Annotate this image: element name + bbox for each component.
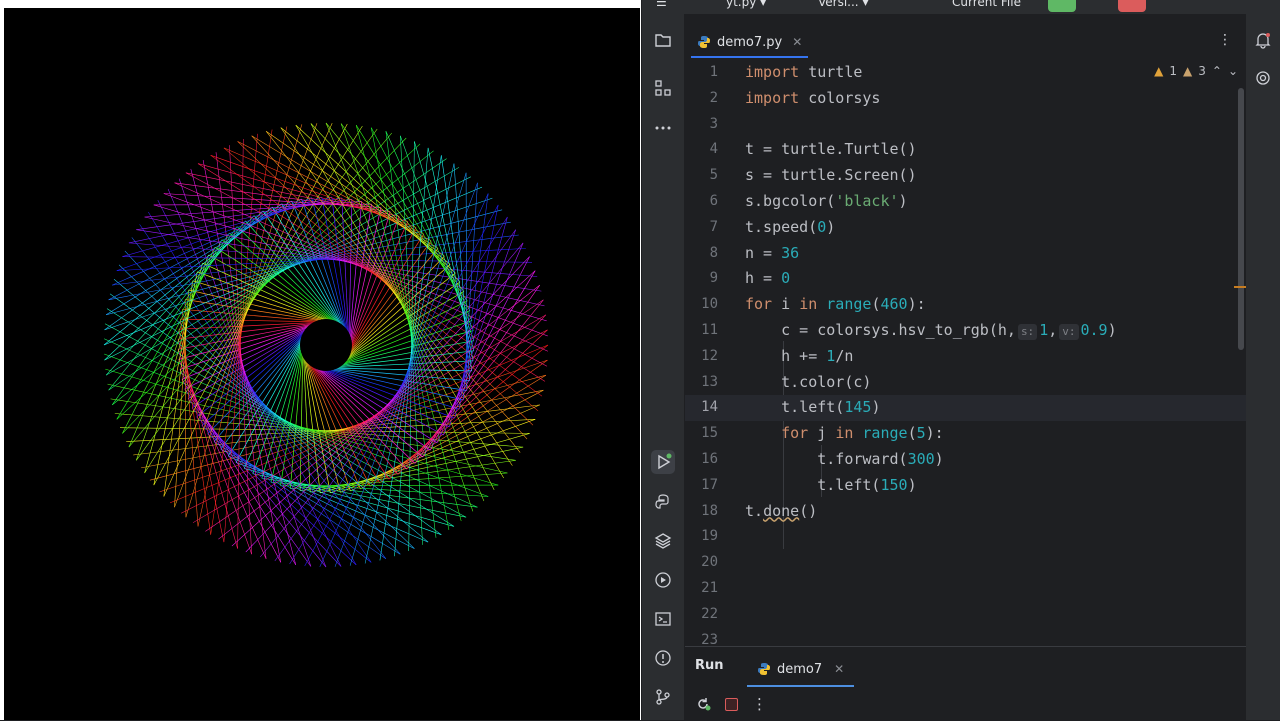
left-tool-strip xyxy=(642,14,685,720)
python-console-icon[interactable] xyxy=(651,490,675,514)
code-line: 9h = 0 xyxy=(709,269,791,288)
services-icon[interactable] xyxy=(651,568,675,592)
more-options-icon[interactable]: ⋮ xyxy=(752,695,767,713)
run-button[interactable] xyxy=(1048,0,1076,12)
tab-label: demo7.py xyxy=(717,34,783,50)
code-line: 22 xyxy=(701,605,718,622)
center-hole xyxy=(300,319,352,371)
git-icon[interactable] xyxy=(651,685,675,709)
parameter-hint: s: xyxy=(1017,324,1038,340)
code-line: 15 for j in range(5): xyxy=(701,424,944,443)
turtle-canvas xyxy=(4,8,640,720)
strand-line xyxy=(312,364,460,410)
code-line: 10 for i in range(460): xyxy=(701,295,926,314)
code-line: 19 xyxy=(701,528,718,545)
code-line: 12 h += 1/n xyxy=(701,346,854,365)
code-editor[interactable]: ▲ 1 ▲ 3 ⌃ ⌄ 1 import turtle 2 import colorsy… xyxy=(685,58,1246,646)
more-icon[interactable] xyxy=(651,116,675,140)
strand-line xyxy=(192,280,340,326)
run-tool-icon[interactable] xyxy=(651,450,675,474)
stop-button[interactable] xyxy=(1118,0,1146,12)
menu-icon[interactable]: ☰ xyxy=(656,0,667,9)
close-tab-icon[interactable]: ✕ xyxy=(792,35,802,49)
parameter-hint: v: xyxy=(1059,324,1079,340)
code-line: 2 import colorsys xyxy=(709,88,881,107)
code-line: 21 xyxy=(701,580,718,596)
strand-line xyxy=(261,331,307,479)
title-bar: ☰ yt.py ▾ Versi... ▾ Current File xyxy=(642,0,1280,14)
code-line: 4t = turtle.Turtle() xyxy=(709,140,917,159)
strand-line xyxy=(345,211,391,359)
code-line: 11 c = colorsys.hsv_to_rgb(h, s: 1, v: 0.9) xyxy=(701,321,1117,340)
code-line: 17 t.left(150) xyxy=(701,475,917,494)
right-tool-strip xyxy=(1245,14,1280,720)
structure-icon[interactable] xyxy=(651,76,675,100)
code-line: 23 xyxy=(701,631,718,646)
turtle-window xyxy=(0,0,641,720)
code-line: 18 t.done() xyxy=(701,501,818,520)
run-tab-demo7[interactable]: demo7 ✕ xyxy=(747,651,855,687)
ide-window: ☰ yt.py ▾ Versi... ▾ Current File demo7.… xyxy=(642,0,1280,721)
current-code-line: 14 t.left(145) xyxy=(685,395,1246,422)
code-line: 1 import turtle xyxy=(709,63,863,81)
code-line: 6 s.bgcolor('black') xyxy=(709,192,908,210)
vcs-selector[interactable]: Versi... ▾ xyxy=(818,0,868,9)
ai-assistant-icon[interactable] xyxy=(1251,66,1275,90)
code-line: 7 t.speed(0) xyxy=(709,217,836,236)
terminal-icon[interactable] xyxy=(651,607,675,631)
problems-icon[interactable] xyxy=(651,646,675,670)
tab-demo7[interactable]: demo7.py ✕ xyxy=(691,26,809,58)
layers-icon[interactable] xyxy=(651,529,675,553)
folder-icon[interactable] xyxy=(651,28,675,52)
notifications-icon[interactable] xyxy=(1251,28,1275,52)
code-line: 8n = 36 xyxy=(709,243,800,262)
rerun-icon[interactable] xyxy=(695,696,711,712)
close-run-tab-icon[interactable]: ✕ xyxy=(834,662,844,676)
stop-icon[interactable] xyxy=(725,697,738,711)
code-line: 20 xyxy=(701,554,718,571)
code-line: 3 xyxy=(709,115,718,132)
project-selector[interactable]: yt.py ▾ xyxy=(726,0,766,9)
tab-options-icon[interactable]: ⋮ xyxy=(1218,32,1232,48)
spirograph-drawing xyxy=(103,122,549,568)
code-line: 13 t.color(c) xyxy=(701,372,872,391)
code-line: 5s = turtle.Screen() xyxy=(709,166,917,185)
python-icon xyxy=(698,36,710,48)
editor-tab-bar: demo7.py ✕ ⋮ xyxy=(685,26,1246,58)
run-panel: Run demo7 ✕ ⋮ xyxy=(685,646,1246,721)
run-panel-title: Run xyxy=(695,658,724,673)
python-icon xyxy=(758,663,770,675)
code-line: 16 t.forward(300) xyxy=(701,450,944,468)
run-toolbar: ⋮ xyxy=(695,695,767,713)
run-tab-label: demo7 xyxy=(777,661,823,677)
warning-underline: done xyxy=(763,501,800,520)
run-config-selector[interactable]: Current File xyxy=(952,0,1021,9)
